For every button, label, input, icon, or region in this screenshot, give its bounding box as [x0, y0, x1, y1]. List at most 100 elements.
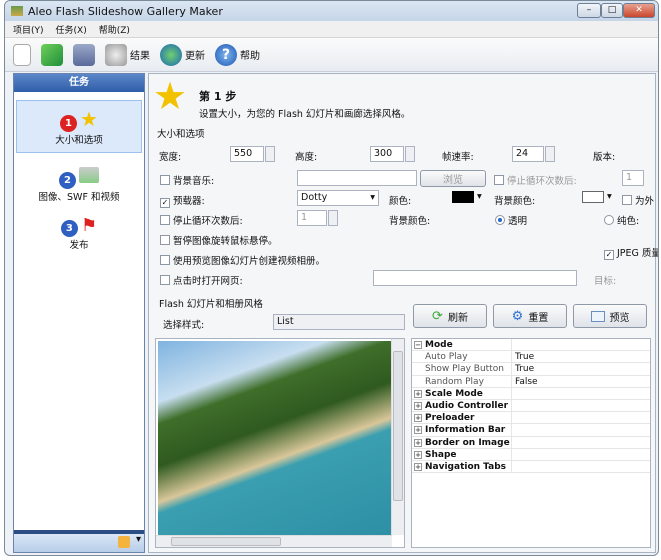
preview-image: [158, 341, 391, 535]
expand-icon[interactable]: +: [414, 389, 422, 398]
property-value[interactable]: True: [512, 363, 534, 374]
save-icon[interactable]: [73, 43, 95, 66]
dropdown-arrow-icon[interactable]: ▾: [477, 191, 482, 202]
minimize-button[interactable]: –: [577, 3, 601, 18]
open-url-checkbox[interactable]: 点击时打开网页:: [160, 273, 243, 287]
browse-button[interactable]: 浏览: [420, 170, 486, 187]
options-icon[interactable]: ▾: [136, 534, 141, 545]
property-category[interactable]: + Navigation Tabs: [412, 460, 650, 474]
bg-music-checkbox[interactable]: 背景音乐:: [160, 173, 214, 187]
checkbox-icon: [622, 195, 632, 205]
loop-count-spinner[interactable]: [328, 210, 338, 226]
pause-hover-checkbox[interactable]: 暂停图像旋转鼠标悬停。: [160, 233, 278, 247]
radio-selected-icon: [495, 215, 505, 225]
title-bar: Aleo Flash Slideshow Gallery Maker – □ ✕: [5, 1, 658, 21]
loop-count-input[interactable]: 1: [297, 210, 327, 226]
sidebar-item-size-options[interactable]: 1 ★ 大小和选项: [16, 100, 142, 153]
preloader-checkbox[interactable]: ✓ 预载器:: [160, 193, 205, 208]
style-section-title: Flash 幻灯片和相册风格: [159, 299, 263, 310]
music-loop-input[interactable]: 1: [622, 170, 644, 186]
expand-icon[interactable]: +: [414, 462, 422, 471]
globe-update-icon: [160, 43, 182, 66]
stop-loop-checkbox[interactable]: 停止循环次数后:: [494, 173, 577, 187]
property-row[interactable]: Show Play Button True: [412, 363, 650, 376]
add-image-icon: [79, 167, 100, 183]
step-2-badge: 2: [58, 172, 76, 189]
property-value: [512, 412, 515, 423]
window-title: Aleo Flash Slideshow Gallery Maker: [28, 4, 223, 18]
property-name: + Audio Controller: [412, 399, 512, 412]
note-icon[interactable]: [118, 536, 130, 548]
sidebar-item-images[interactable]: 2 图像、SWF 和视频: [14, 161, 144, 209]
property-category[interactable]: + Scale Mode: [412, 387, 650, 400]
dropdown-arrow-icon[interactable]: ▾: [607, 191, 612, 202]
transparent-radio[interactable]: 透明: [495, 213, 527, 227]
sidebar-item-publish[interactable]: 3 ⚑ 发布: [14, 209, 144, 257]
style-select[interactable]: List: [273, 314, 405, 330]
collapse-icon[interactable]: −: [414, 341, 422, 349]
maximize-button[interactable]: □: [601, 3, 623, 18]
sidebar-footer: ▾: [14, 530, 144, 552]
height-input[interactable]: 300: [370, 146, 404, 162]
open-icon[interactable]: [41, 43, 63, 66]
checkbox-icon: [160, 235, 170, 245]
preview-button[interactable]: 预览: [573, 304, 647, 328]
property-name: + Information Bar: [412, 424, 512, 436]
property-category[interactable]: + Border on Image: [412, 436, 650, 449]
use-preview-checkbox[interactable]: 使用预览图像幻灯片创建视频相册。: [160, 253, 325, 267]
stop-loop-after-checkbox[interactable]: 停止循环次数后:: [160, 213, 243, 227]
help-button[interactable]: ? 帮助: [215, 43, 260, 66]
version-label: 版本:: [593, 152, 616, 163]
jpeg-quality-checkbox[interactable]: ✓ JPEG 质量: [604, 245, 658, 260]
horizontal-scrollbar[interactable]: [156, 535, 392, 547]
property-value[interactable]: True: [512, 351, 534, 362]
property-name: + Border on Image: [412, 436, 512, 448]
expand-icon[interactable]: +: [414, 438, 422, 447]
task-sidebar: 任务 1 ★ 大小和选项 2 图像、SWF 和视频 3 ⚑ 发布 ▾: [13, 73, 145, 553]
preloader-color-swatch[interactable]: [452, 191, 474, 203]
property-row[interactable]: Random Play False: [412, 375, 650, 388]
property-label: Mode: [425, 340, 453, 350]
property-category[interactable]: + Information Bar: [412, 424, 650, 437]
property-category[interactable]: + Shape: [412, 448, 650, 461]
expand-icon[interactable]: +: [414, 401, 422, 410]
property-value[interactable]: False: [512, 376, 538, 387]
vertical-scrollbar[interactable]: [391, 339, 404, 535]
checkbox-checked-icon: ✓: [160, 198, 170, 208]
width-input[interactable]: 550: [230, 146, 264, 162]
menu-help[interactable]: 帮助(Z): [99, 23, 130, 36]
outer-checkbox[interactable]: 为外: [622, 193, 654, 207]
update-button[interactable]: 更新: [160, 43, 205, 66]
width-spinner[interactable]: [265, 146, 275, 162]
height-spinner[interactable]: [405, 146, 415, 162]
url-input[interactable]: [373, 270, 577, 286]
reset-button[interactable]: ⚙ 重置: [493, 304, 567, 328]
results-button[interactable]: 结果: [105, 43, 150, 66]
fps-input[interactable]: 24: [512, 146, 544, 162]
new-file-icon[interactable]: [13, 43, 31, 66]
property-category[interactable]: + Preloader: [412, 412, 650, 425]
solid-color-radio[interactable]: 纯色:: [604, 213, 639, 227]
height-label: 高度:: [295, 152, 318, 163]
menu-bar: 项目(Y) 任务(X) 帮助(Z): [5, 21, 658, 38]
property-category[interactable]: + Audio Controller: [412, 399, 650, 413]
fps-spinner[interactable]: [545, 146, 555, 162]
bg-color-swatch[interactable]: [582, 191, 604, 203]
property-value: [512, 437, 515, 448]
property-category[interactable]: − Mode: [412, 339, 650, 352]
property-label: Scale Mode: [425, 388, 483, 399]
help-icon: ?: [215, 43, 237, 66]
refresh-button[interactable]: ⟳ 刷新: [413, 304, 487, 328]
expand-icon[interactable]: +: [414, 414, 422, 423]
expand-icon[interactable]: +: [414, 426, 422, 435]
preloader-select[interactable]: Dotty ▾: [297, 190, 379, 206]
close-button[interactable]: ✕: [623, 3, 655, 18]
property-name: + Scale Mode: [412, 387, 512, 399]
menu-tasks[interactable]: 任务(X): [56, 23, 87, 36]
sidebar-title: 任务: [14, 74, 144, 92]
property-row[interactable]: Auto Play True: [412, 351, 650, 364]
menu-project[interactable]: 项目(Y): [13, 23, 44, 36]
fps-label: 帧速率:: [442, 152, 474, 163]
expand-icon[interactable]: +: [414, 450, 422, 459]
bg-music-input[interactable]: [297, 170, 417, 186]
